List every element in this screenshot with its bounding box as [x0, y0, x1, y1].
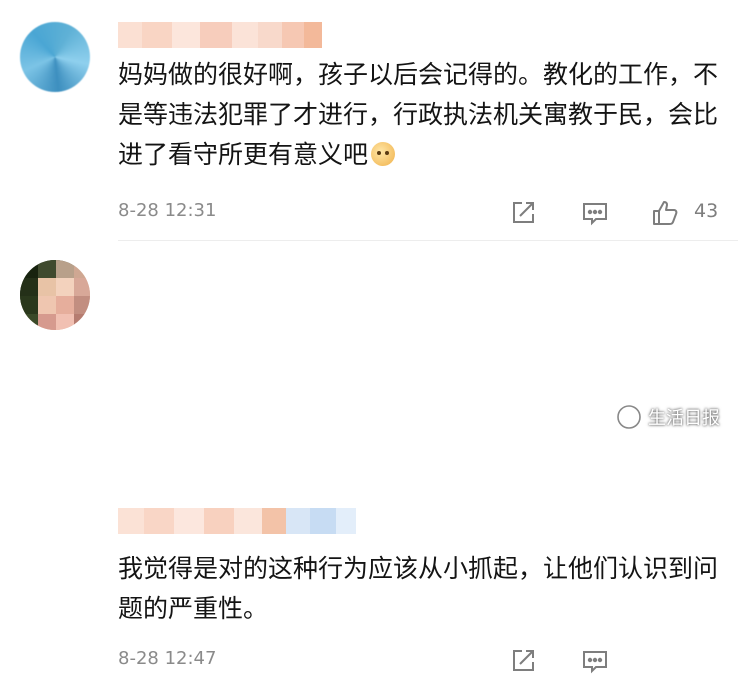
username-blurred[interactable] — [118, 22, 322, 48]
thumbs-up-icon[interactable] — [650, 198, 680, 228]
comment-icon[interactable] — [580, 646, 610, 676]
comment-meta: 8-28 12:31 43 — [118, 198, 738, 228]
comment-time: 8-28 12:47 — [118, 648, 217, 669]
like-count: 43 — [694, 200, 719, 222]
avatar[interactable] — [20, 260, 90, 330]
comment-icon[interactable] — [580, 198, 610, 228]
dog-face-emoji-icon — [371, 142, 396, 166]
share-icon[interactable] — [508, 198, 538, 228]
comment-item-1: 妈妈做的很好啊，孩子以后会记得的。教化的工作，不是等违法犯罪了才进行，行政执法机… — [0, 0, 738, 240]
comment-time: 8-28 12:31 — [118, 200, 217, 221]
divider — [118, 240, 738, 241]
username-blurred[interactable] — [118, 508, 356, 534]
comment-meta: 8-28 12:47 — [118, 646, 738, 676]
comment-text: 妈妈做的很好啊，孩子以后会记得的。教化的工作，不是等违法犯罪了才进行，行政执法机… — [118, 60, 719, 169]
watermark: 生活日报 — [616, 404, 720, 430]
watermark-text: 生活日报 — [648, 408, 720, 429]
avatar[interactable] — [20, 22, 90, 92]
share-icon[interactable] — [508, 646, 538, 676]
comment-text: 我觉得是对的这种行为应该从小抓起，让他们认识到问题的严重性。 — [118, 554, 719, 623]
wechat-official-account-icon — [617, 405, 641, 429]
